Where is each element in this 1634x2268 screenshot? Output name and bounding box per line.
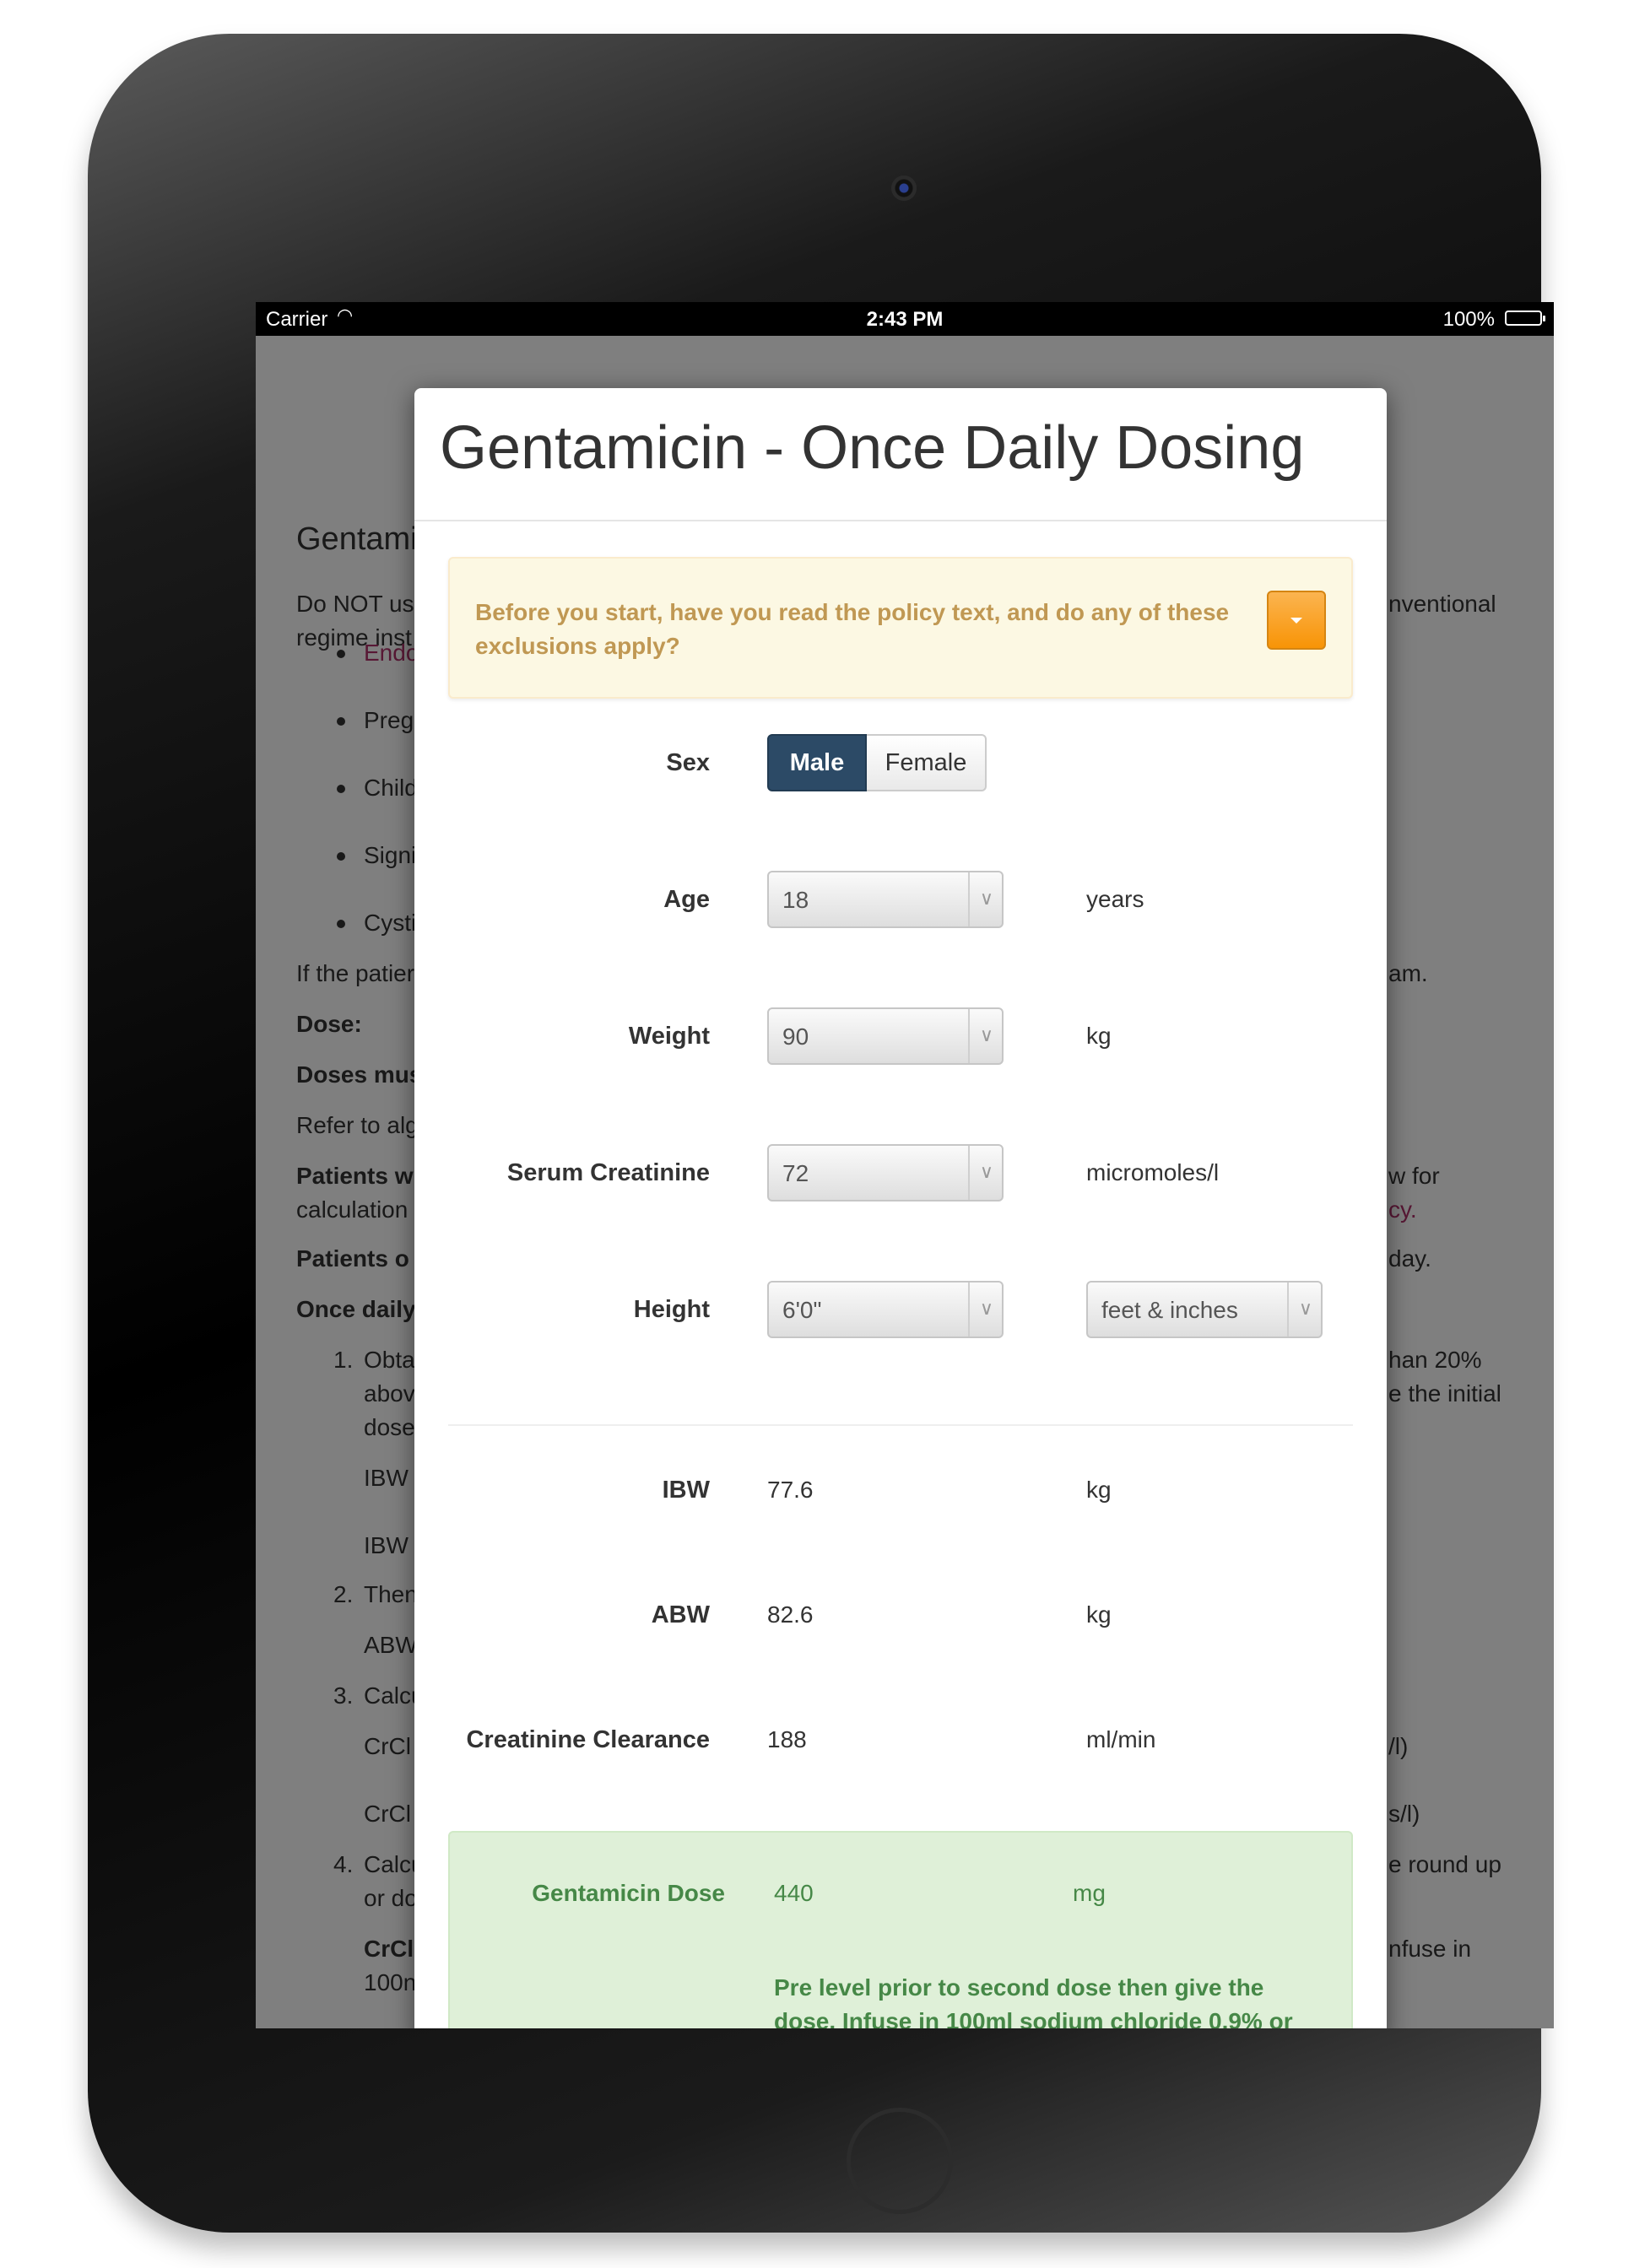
chevron-down-icon: ∨ <box>979 1298 993 1319</box>
ibw-label: IBW <box>662 1477 710 1504</box>
creatinine-label: Serum Creatinine <box>506 1159 710 1186</box>
weight-select[interactable]: 90 ∨ <box>767 1007 1004 1065</box>
height-unit-select[interactable]: feet & inches ∨ <box>1086 1281 1323 1338</box>
clock: 2:43 PM <box>866 308 944 331</box>
sex-male-button[interactable]: Male <box>767 734 867 791</box>
weight-value: 90 <box>782 1023 809 1050</box>
chevron-down-icon: ∨ <box>979 1024 993 1045</box>
abw-label: ABW <box>651 1601 710 1628</box>
battery-icon <box>1505 310 1545 326</box>
crcl-unit: ml/min <box>1086 1726 1156 1752</box>
caret-down-icon <box>1290 618 1302 624</box>
abw-unit: kg <box>1086 1601 1112 1628</box>
ipad-frame: Carrier ◠ 2:43 PM 100% Gentami Do NOT us… <box>88 34 1554 2233</box>
height-unit-value: feet & inches <box>1101 1297 1238 1323</box>
height-select[interactable]: 6'0" ∨ <box>767 1281 1004 1338</box>
home-button[interactable] <box>847 2108 953 2214</box>
exclusions-alert: Before you start, have you read the poli… <box>448 557 1353 699</box>
height-label: Height <box>633 1296 710 1323</box>
crcl-value: 188 <box>767 1726 807 1752</box>
alert-text: Before you start, have you read the poli… <box>475 599 1230 659</box>
ibw-unit: kg <box>1086 1477 1112 1503</box>
chevron-down-icon: ∨ <box>979 888 993 909</box>
chevron-down-icon: ∨ <box>1298 1298 1312 1319</box>
screen: Carrier ◠ 2:43 PM 100% Gentami Do NOT us… <box>256 302 1554 2028</box>
exclusions-toggle-button[interactable] <box>1267 591 1326 650</box>
battery-percent: 100% <box>1442 308 1495 331</box>
height-value: 6'0" <box>782 1297 822 1323</box>
age-select[interactable]: 18 ∨ <box>767 871 1004 928</box>
age-value: 18 <box>782 887 809 913</box>
sex-label: Sex <box>666 749 710 776</box>
camera-icon <box>891 176 917 201</box>
divider <box>414 520 1387 521</box>
age-label: Age <box>663 886 710 913</box>
age-unit: years <box>1086 886 1144 912</box>
creatinine-value: 72 <box>782 1160 809 1186</box>
abw-value: 82.6 <box>767 1601 814 1628</box>
dosing-modal: Gentamicin - Once Daily Dosing Before yo… <box>414 388 1387 2028</box>
dose-result-panel: Gentamicin Dose 440 mg Pre level prior t… <box>448 1831 1353 2028</box>
divider <box>448 1424 1353 1426</box>
crcl-label: Creatinine Clearance <box>466 1726 710 1753</box>
ibw-value: 77.6 <box>767 1477 814 1503</box>
creatinine-unit: micromoles/l <box>1086 1159 1220 1185</box>
dose-value: 440 <box>774 1880 814 1906</box>
weight-label: Weight <box>628 1023 710 1050</box>
dose-unit: mg <box>1073 1880 1106 1906</box>
sex-female-button[interactable]: Female <box>867 734 987 791</box>
modal-title: Gentamicin - Once Daily Dosing <box>440 414 1305 482</box>
creatinine-select[interactable]: 72 ∨ <box>767 1144 1004 1202</box>
dose-instructions: Pre level prior to second dose then give… <box>774 1974 1293 2028</box>
chevron-down-icon: ∨ <box>979 1161 993 1182</box>
status-bar: Carrier ◠ 2:43 PM 100% <box>256 302 1554 336</box>
dose-label: Gentamicin Dose <box>532 1880 725 1906</box>
weight-unit: kg <box>1086 1023 1112 1049</box>
